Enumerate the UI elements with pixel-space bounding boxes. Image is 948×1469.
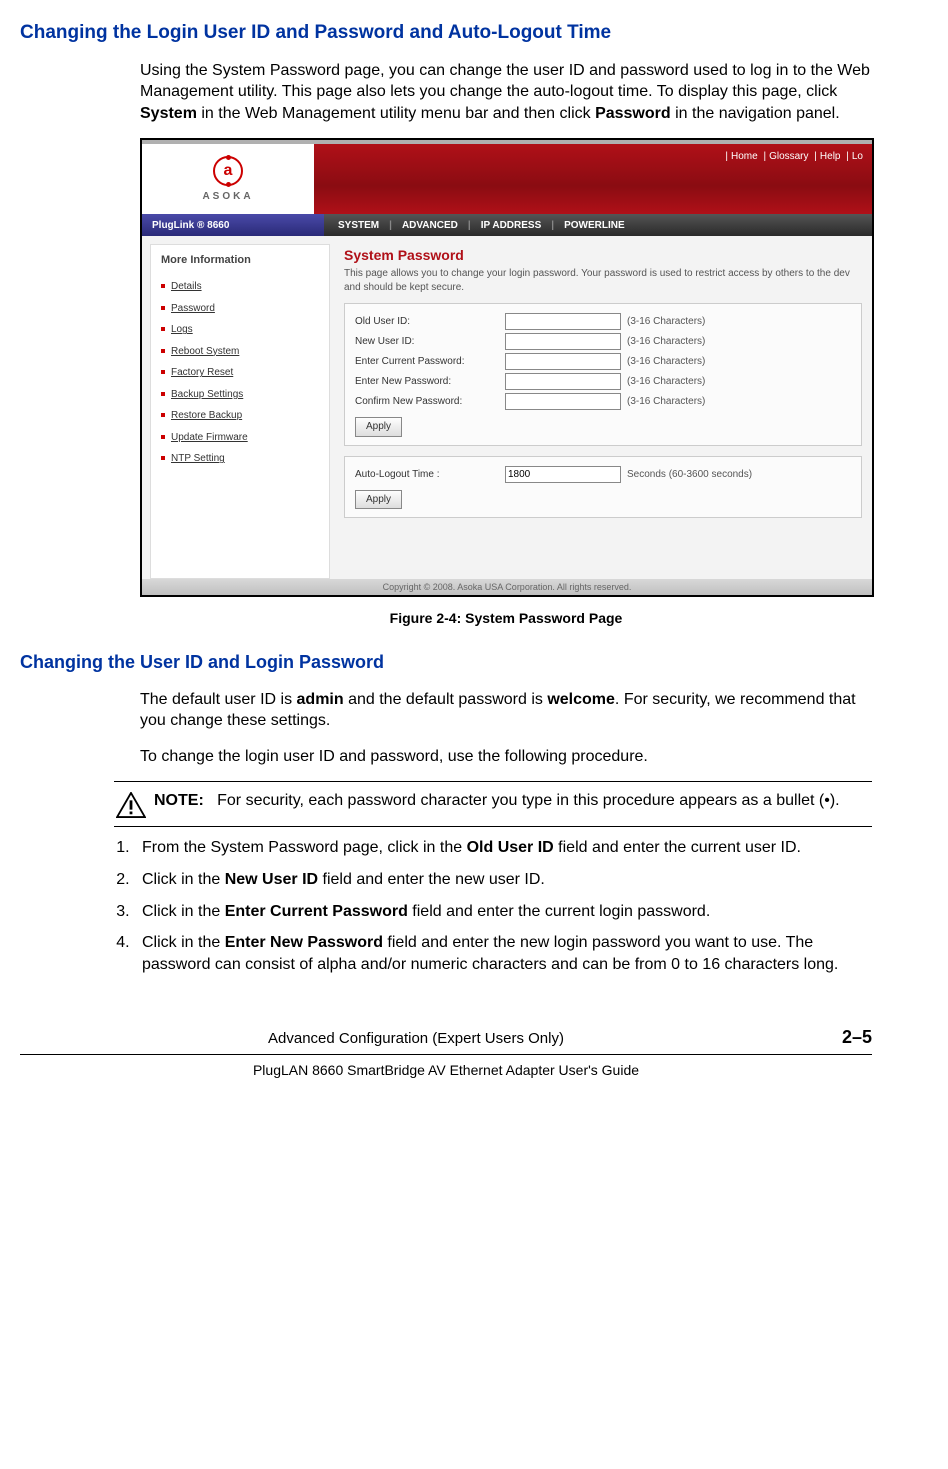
- autologout-form-box: Auto-Logout Time : Seconds (60-3600 seco…: [344, 456, 862, 519]
- label-old-user-id: Old User ID:: [355, 315, 505, 329]
- note-text: NOTE: For security, each password charac…: [148, 790, 872, 818]
- menu-ipaddress[interactable]: IP ADDRESS: [481, 219, 542, 233]
- input-current-password[interactable]: [505, 353, 621, 370]
- hint-autologout: Seconds (60-3600 seconds): [627, 468, 752, 482]
- hint-old-user-id: (3-16 Characters): [627, 315, 705, 329]
- body-area: More Information Details Password Logs R…: [142, 236, 872, 579]
- apply-password-button[interactable]: Apply: [355, 417, 402, 437]
- hint-confirm-password: (3-16 Characters): [627, 395, 705, 409]
- intro-paragraph: Using the System Password page, you can …: [140, 60, 872, 125]
- asoka-logo-icon: a: [213, 156, 243, 186]
- label-new-password: Enter New Password:: [355, 375, 505, 389]
- sidebar-item-backup-settings[interactable]: Backup Settings: [161, 384, 319, 406]
- main-content: System Password This page allows you to …: [330, 236, 872, 579]
- figure-caption: Figure 2-4: System Password Page: [140, 609, 872, 628]
- header-area: a ASOKA |Home |Glossary |Help |Lo: [142, 144, 872, 214]
- sidebar-item-reboot[interactable]: Reboot System: [161, 341, 319, 363]
- main-menu: SYSTEM| ADVANCED| IP ADDRESS| POWERLINE: [324, 214, 872, 236]
- sidebar: More Information Details Password Logs R…: [150, 244, 330, 579]
- sidebar-item-password[interactable]: Password: [161, 298, 319, 320]
- section-heading-2: Changing the User ID and Login Password: [20, 650, 872, 674]
- input-new-password[interactable]: [505, 373, 621, 390]
- link-help[interactable]: Help: [820, 151, 841, 162]
- sidebar-item-update-firmware[interactable]: Update Firmware: [161, 427, 319, 449]
- asoka-logo-text: ASOKA: [202, 190, 253, 204]
- text: and the default password is: [344, 691, 548, 708]
- warning-icon: [114, 790, 148, 818]
- input-old-user-id[interactable]: [505, 313, 621, 330]
- sidebar-item-restore-backup[interactable]: Restore Backup: [161, 405, 319, 427]
- menu-system[interactable]: SYSTEM: [338, 219, 379, 233]
- note-body: For security, each password character yo…: [217, 792, 840, 809]
- text: field and enter the current user ID.: [554, 839, 801, 856]
- hint-new-password: (3-16 Characters): [627, 375, 705, 389]
- label-current-password: Enter Current Password:: [355, 355, 505, 369]
- input-autologout[interactable]: [505, 466, 621, 483]
- link-glossary[interactable]: Glossary: [769, 151, 808, 162]
- step-3: Click in the Enter Current Password fiel…: [134, 901, 872, 923]
- sidebar-item-logs[interactable]: Logs: [161, 319, 319, 341]
- product-label: PlugLink ® 8660: [142, 214, 324, 236]
- default-credentials-paragraph: The default user ID is admin and the def…: [140, 689, 872, 732]
- bold-enter-new-password: Enter New Password: [225, 934, 383, 951]
- step-2: Click in the New User ID field and enter…: [134, 869, 872, 891]
- bold-welcome: welcome: [547, 691, 615, 708]
- content-description: This page allows you to change your logi…: [344, 267, 862, 295]
- text: in the navigation panel.: [671, 105, 840, 122]
- label-new-user-id: New User ID:: [355, 335, 505, 349]
- link-logout-truncated[interactable]: Lo: [852, 151, 863, 162]
- note-block: NOTE: For security, each password charac…: [114, 781, 872, 827]
- input-new-user-id[interactable]: [505, 333, 621, 350]
- note-label: NOTE:: [154, 792, 204, 809]
- text: Click in the: [142, 903, 225, 920]
- sidebar-item-factory-reset[interactable]: Factory Reset: [161, 362, 319, 384]
- page-footer: Advanced Configuration (Expert Users Onl…: [20, 1025, 872, 1079]
- text: The default user ID is: [140, 691, 297, 708]
- logo-area: a ASOKA: [142, 144, 314, 214]
- bold-password: Password: [595, 105, 671, 122]
- page-number: 2–5: [812, 1025, 872, 1049]
- section-heading-1: Changing the Login User ID and Password …: [20, 20, 872, 46]
- bold-old-user-id: Old User ID: [467, 839, 554, 856]
- footer-guide-title: PlugLAN 8660 SmartBridge AV Ethernet Ada…: [20, 1055, 872, 1080]
- bold-admin: admin: [297, 691, 344, 708]
- sidebar-item-ntp-setting[interactable]: NTP Setting: [161, 448, 319, 470]
- figure-screenshot: a ASOKA |Home |Glossary |Help |Lo PlugLi…: [140, 138, 872, 628]
- sidebar-title: More Information: [161, 253, 319, 268]
- footer-chapter-title: Advanced Configuration (Expert Users Onl…: [20, 1029, 812, 1049]
- text: Click in the: [142, 934, 225, 951]
- menu-advanced[interactable]: ADVANCED: [402, 219, 458, 233]
- input-confirm-password[interactable]: [505, 393, 621, 410]
- menu-bar: PlugLink ® 8660 SYSTEM| ADVANCED| IP ADD…: [142, 214, 872, 236]
- text: Click in the: [142, 871, 225, 888]
- text: From the System Password page, click in …: [142, 839, 467, 856]
- screenshot-footer: Copyright © 2008. Asoka USA Corporation.…: [142, 579, 872, 595]
- bold-system: System: [140, 105, 197, 122]
- bold-new-user-id: New User ID: [225, 871, 318, 888]
- step-4: Click in the Enter New Password field an…: [134, 932, 872, 975]
- text: Using the System Password page, you can …: [140, 62, 870, 101]
- sidebar-item-details[interactable]: Details: [161, 276, 319, 298]
- hint-current-password: (3-16 Characters): [627, 355, 705, 369]
- step-1: From the System Password page, click in …: [134, 837, 872, 859]
- password-form-box: Old User ID: (3-16 Characters) New User …: [344, 303, 862, 446]
- label-autologout: Auto-Logout Time :: [355, 468, 505, 482]
- red-banner: |Home |Glossary |Help |Lo: [314, 144, 872, 214]
- screenshot-container: a ASOKA |Home |Glossary |Help |Lo PlugLi…: [140, 138, 874, 597]
- banner-links: |Home |Glossary |Help |Lo: [725, 150, 866, 164]
- text: in the Web Management utility menu bar a…: [197, 105, 595, 122]
- text: field and enter the new user ID.: [318, 871, 545, 888]
- bold-enter-current-password: Enter Current Password: [225, 903, 408, 920]
- apply-autologout-button[interactable]: Apply: [355, 490, 402, 510]
- link-home[interactable]: Home: [731, 151, 758, 162]
- procedure-intro: To change the login user ID and password…: [140, 746, 872, 768]
- content-title: System Password: [344, 246, 862, 265]
- text: field and enter the current login passwo…: [408, 903, 710, 920]
- label-confirm-password: Confirm New Password:: [355, 395, 505, 409]
- hint-new-user-id: (3-16 Characters): [627, 335, 705, 349]
- procedure-steps: From the System Password page, click in …: [134, 837, 872, 975]
- menu-powerline[interactable]: POWERLINE: [564, 219, 625, 233]
